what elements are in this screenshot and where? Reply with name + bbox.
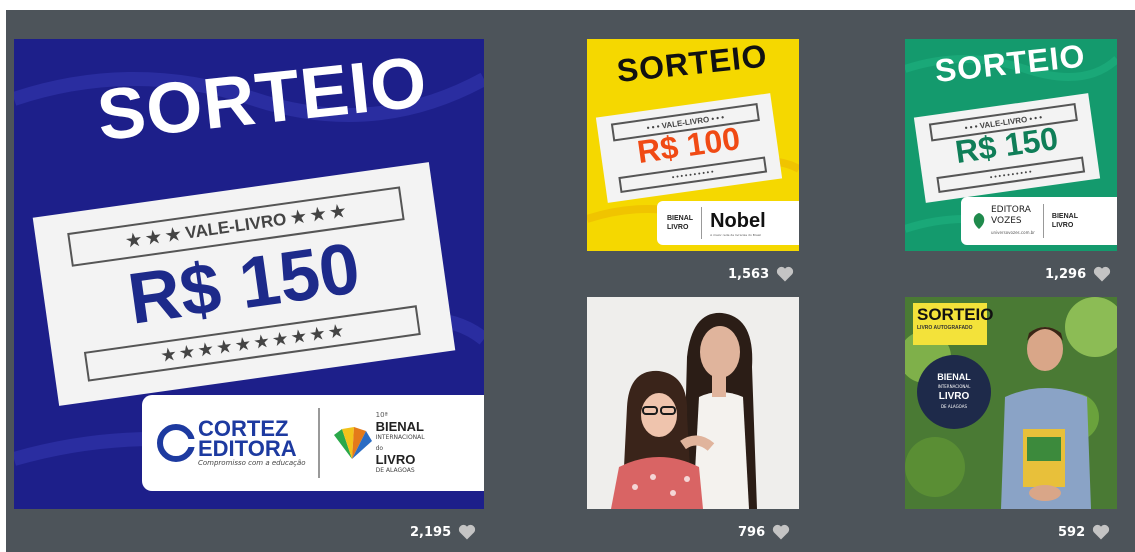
- badge-livro: LIVRO: [938, 391, 970, 402]
- vozes-name: VOZES: [991, 215, 1022, 226]
- like-count-3[interactable]: 1,296: [1045, 264, 1112, 284]
- post-tile-1[interactable]: SORTEIO ★ ★ ★ VALE-LIVRO ★ ★ ★ R$ 150 ★ …: [14, 39, 484, 509]
- sponsor-logo-card: BIENAL LIVRO Nobel A maior rede de livra…: [657, 201, 799, 245]
- cortez-tagline: Compromisso com a educação: [198, 459, 306, 467]
- cortez-logo: CORTEZ EDITORA Compromisso com a educaçã…: [198, 418, 306, 468]
- sorteio-banner: SORTEIO LIVRO AUTOGRAFADO: [913, 303, 994, 345]
- like-count-value: 1,296: [1045, 266, 1087, 282]
- vozes-leaf-icon: [973, 213, 985, 229]
- nobel-logo: Nobel A maior rede de livrarias do Brasi…: [710, 210, 766, 237]
- sponsor-logo-card: CORTEZ EDITORA Compromisso com a educaçã…: [142, 395, 484, 491]
- bienal-title: BIENAL: [667, 215, 694, 222]
- sorteio-subtitle: LIVRO AUTOGRAFADO: [917, 325, 973, 331]
- bienal-title: BIENAL: [375, 419, 424, 434]
- post-tile-4[interactable]: [587, 297, 799, 509]
- nobel-name: Nobel: [710, 209, 766, 232]
- bienal-alagoas: DE ALAGOAS: [375, 467, 415, 474]
- bienal-title: BIENAL: [1051, 213, 1078, 220]
- vozes-logo: EDITORA VOZES universovozes.com.br: [991, 205, 1035, 238]
- bienal-livro: LIVRO: [667, 224, 689, 231]
- sorteio-title: SORTEIO: [917, 305, 994, 324]
- post-tile-5[interactable]: SORTEIO LIVRO AUTOGRAFADO BIENAL INTERNA…: [905, 297, 1117, 509]
- heart-icon[interactable]: [457, 522, 477, 542]
- like-count-value: 592: [1058, 524, 1086, 540]
- post-tile-2[interactable]: SORTEIO • • • VALE-LIVRO • • • R$ 100 • …: [587, 39, 799, 251]
- badge-alagoas: DE ALAGOAS: [940, 404, 968, 409]
- bienal-fan-icon: [333, 427, 372, 459]
- heart-icon[interactable]: [771, 522, 791, 542]
- cortez-logo-icon: [157, 424, 196, 462]
- bienal-intl: INTERNACIONAL: [375, 434, 425, 441]
- heart-icon[interactable]: [775, 264, 795, 284]
- bienal-livro: LIVRO: [1051, 222, 1074, 229]
- heart-icon[interactable]: [1092, 264, 1112, 284]
- badge-bienal: BIENAL: [937, 372, 971, 382]
- cortez-editora: EDITORA: [198, 436, 297, 461]
- logo-divider: [701, 207, 703, 239]
- bienal-badge: BIENAL INTERNACIONAL LIVRO DE ALAGOAS: [917, 355, 991, 429]
- like-count-1[interactable]: 2,195: [410, 522, 477, 542]
- logo-divider: [1042, 204, 1044, 238]
- bienal-logo: BIENAL LIVRO: [667, 214, 693, 232]
- bienal-logo: BIENAL LIVRO: [1052, 212, 1078, 230]
- vozes-url: universovozes.com.br: [991, 229, 1035, 235]
- nobel-tagline: A maior rede de livrarias do Brasil: [710, 232, 762, 237]
- heart-icon[interactable]: [1091, 522, 1111, 542]
- like-count-value: 2,195: [410, 524, 452, 540]
- vozes-editora: EDITORA: [991, 204, 1031, 215]
- sponsor-logo-card: EDITORA VOZES universovozes.com.br BIENA…: [961, 197, 1117, 245]
- like-count-5[interactable]: 592: [1058, 522, 1111, 542]
- like-count-value: 1,563: [728, 266, 770, 282]
- bienal-logo: 10ª BIENAL INTERNACIONAL do LIVRO DE ALA…: [376, 410, 425, 476]
- like-count-2[interactable]: 1,563: [728, 264, 795, 284]
- bienal-livro: LIVRO: [375, 452, 416, 467]
- post-tile-3[interactable]: SORTEIO • • • VALE-LIVRO • • • R$ 150 • …: [905, 39, 1117, 251]
- like-count-4[interactable]: 796: [738, 522, 791, 542]
- photo-two-people: [587, 297, 799, 509]
- like-count-value: 796: [738, 524, 766, 540]
- logo-divider: [317, 408, 320, 478]
